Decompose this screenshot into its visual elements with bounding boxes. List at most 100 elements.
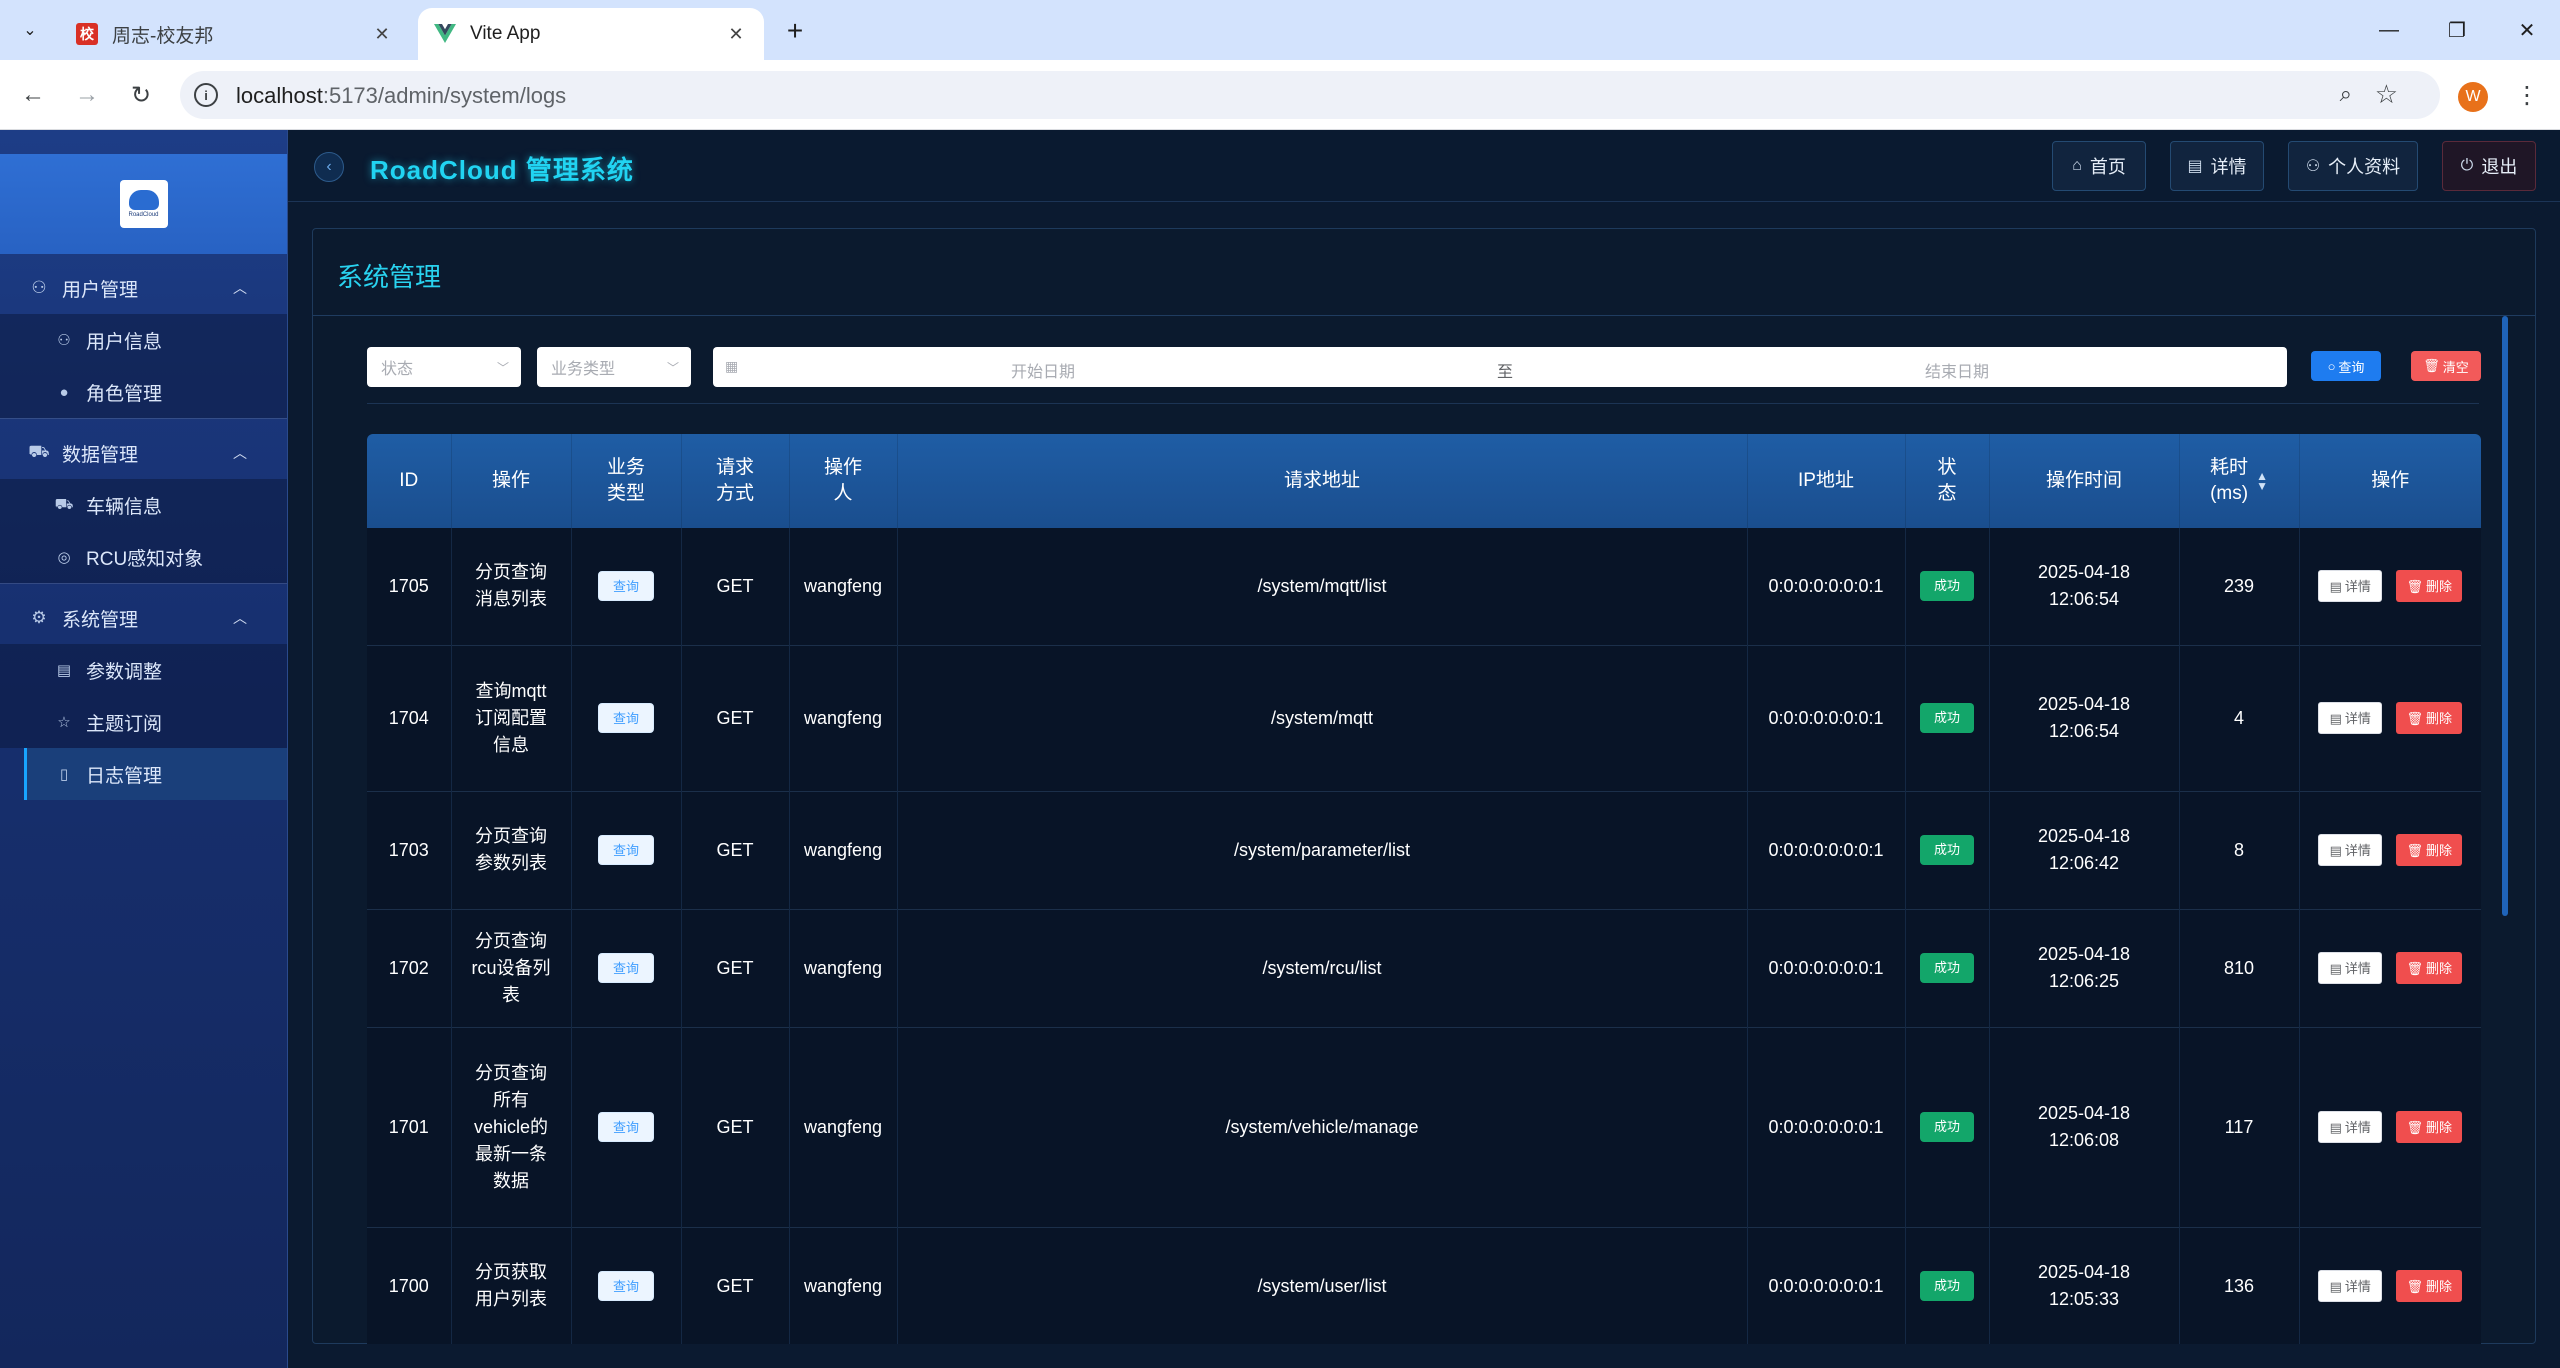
- new-tab-plus-icon[interactable]: +: [778, 14, 812, 48]
- delete-button[interactable]: 🗑 删除: [2396, 952, 2463, 984]
- detail-button[interactable]: ▤ 详情: [2170, 141, 2264, 191]
- cell-cost: 4: [2179, 645, 2300, 791]
- cell-ip: 0:0:0:0:0:0:0:1: [1747, 791, 1906, 909]
- sidebar-item-rcu-objects[interactable]: ◎ RCU感知对象: [0, 531, 287, 583]
- divider: [0, 418, 287, 419]
- detail-button[interactable]: ▤ 详情: [2318, 952, 2383, 984]
- minimize-window-icon[interactable]: —: [2364, 10, 2414, 50]
- tab-search-chevron-icon[interactable]: ⌄: [14, 14, 46, 46]
- url-text[interactable]: localhost:5173/admin/system/logs: [236, 83, 566, 109]
- collapse-sidebar-chevron-left-icon[interactable]: ‹: [314, 152, 344, 182]
- detail-button[interactable]: ▤ 详情: [2318, 834, 2383, 866]
- zoom-magnifier-icon[interactable]: ⌕: [2340, 81, 2352, 107]
- business-type-select[interactable]: 业务类型 ﹀: [537, 347, 691, 387]
- user-icon: ⚇: [31, 278, 47, 297]
- browser-menu-icon[interactable]: ⋮: [2512, 80, 2542, 110]
- sidebar-item-log-management[interactable]: ▯ 日志管理: [24, 748, 287, 800]
- delete-button[interactable]: 🗑 删除: [2396, 1270, 2463, 1302]
- sidebar-item-role-management[interactable]: ● 角色管理: [0, 366, 287, 418]
- start-date-input[interactable]: 开始日期: [1011, 358, 1075, 382]
- clear-button[interactable]: 🗑 清空: [2411, 351, 2481, 381]
- cell-operation: 分页查询rcu设备列表: [451, 909, 572, 1027]
- browser-tab-zhouzhi[interactable]: 校 周志-校友邦 ✕: [60, 8, 410, 60]
- app-title: RoadCloud 管理系统: [370, 155, 634, 185]
- cell-business-type: 查询: [571, 1027, 682, 1227]
- cell-id: 1704: [367, 645, 452, 791]
- delete-button[interactable]: 🗑 删除: [2396, 1111, 2463, 1143]
- col-header-cost[interactable]: 耗时 (ms)▲ ▼: [2179, 434, 2300, 528]
- menu-head-user-management[interactable]: ⚇ 用户管理 ︿: [0, 262, 287, 314]
- bookmark-star-icon[interactable]: ☆: [2375, 79, 2398, 110]
- end-date-input[interactable]: 结束日期: [1925, 358, 1989, 382]
- cell-method: GET: [681, 791, 790, 909]
- document-icon: ▤: [2187, 158, 2203, 175]
- cell-business-type: 查询: [571, 1227, 682, 1344]
- cell-ip: 0:0:0:0:0:0:0:1: [1747, 645, 1906, 791]
- status-badge: 成功: [1920, 835, 1974, 865]
- status-select[interactable]: 状态 ﹀: [367, 347, 521, 387]
- address-bar[interactable]: i localhost:5173/admin/system/logs ⌕ ☆: [180, 71, 2440, 119]
- sidebar-item-topic-subscription[interactable]: ☆ 主题订阅: [0, 696, 287, 748]
- menu-head-data-management[interactable]: ⛟ 数据管理 ︿: [0, 427, 287, 479]
- delete-button[interactable]: 🗑 删除: [2396, 702, 2463, 734]
- table-scrollbar[interactable]: [2502, 316, 2508, 916]
- cell-actions: ▤ 详情 🗑 删除: [2298, 645, 2481, 791]
- cell-id: 1705: [367, 528, 452, 645]
- browser-tab-title: Vite App: [470, 23, 541, 44]
- cell-cost: 117: [2179, 1027, 2300, 1227]
- cell-url: /system/mqtt: [897, 645, 1748, 791]
- cell-business-type: 查询: [571, 909, 682, 1027]
- table-row: 1705 分页查询消息列表 查询 GET wangfeng/system/mqtt/li…: [367, 528, 2481, 645]
- col-header-time: 操作时间: [1989, 434, 2180, 528]
- gear-icon: ⚙: [31, 608, 47, 627]
- back-arrow-icon[interactable]: ←: [14, 76, 52, 114]
- business-type-tag: 查询: [598, 953, 654, 983]
- cell-operation: 查询mqtt订阅配置信息: [451, 645, 572, 791]
- range-separator: 至: [1497, 364, 1514, 381]
- chevron-down-icon: ﹀: [496, 360, 509, 375]
- reload-icon[interactable]: ↻: [122, 76, 160, 114]
- page-title: 系统管理: [337, 262, 442, 292]
- cell-operator: wangfeng: [789, 1027, 898, 1227]
- close-tab-icon[interactable]: ✕: [370, 22, 394, 46]
- delete-button[interactable]: 🗑 删除: [2396, 570, 2463, 603]
- cart-icon: ⛟: [28, 442, 50, 461]
- chevron-up-icon: ︿: [233, 445, 247, 461]
- profile-button[interactable]: ⚇ 个人资料: [2288, 141, 2418, 191]
- vue-logo-icon: [434, 23, 456, 45]
- document-icon: ▤: [2329, 1278, 2342, 1294]
- cell-operation: 分页获取用户列表: [451, 1227, 572, 1344]
- restore-window-icon[interactable]: ❐: [2432, 10, 2482, 50]
- cell-status: 成功: [1905, 1027, 1990, 1227]
- close-tab-icon[interactable]: ✕: [724, 22, 748, 46]
- sidebar-item-vehicle-info[interactable]: ⛟ 车辆信息: [0, 479, 287, 531]
- home-button[interactable]: ⌂ 首页: [2052, 141, 2146, 191]
- menu-head-system-management[interactable]: ⚙ 系统管理 ︿: [0, 592, 287, 644]
- close-window-icon[interactable]: ✕: [2502, 10, 2552, 50]
- sidebar-item-parameter-adjust[interactable]: ▤ 参数调整: [0, 644, 287, 696]
- home-icon: ⌂: [2072, 157, 2082, 174]
- browser-tab-vite-app[interactable]: Vite App ✕: [418, 8, 764, 60]
- col-header-ip: IP地址: [1747, 434, 1906, 528]
- profile-avatar[interactable]: W: [2458, 82, 2488, 112]
- query-button[interactable]: ○ 查询: [2311, 351, 2381, 381]
- sort-caret-icon[interactable]: ▲ ▼: [2256, 470, 2268, 492]
- detail-button[interactable]: ▤ 详情: [2318, 702, 2383, 734]
- detail-button[interactable]: ▤ 详情: [2318, 1270, 2383, 1302]
- forward-arrow-icon[interactable]: →: [68, 76, 106, 114]
- main-card: 系统管理 状态 ﹀ 业务类型 ﹀ ▦ 开始日期 至 结束日期 ○查询 🗑清空: [312, 228, 2536, 1344]
- delete-button[interactable]: 🗑 删除: [2396, 834, 2463, 866]
- table-row: 1702 分页查询rcu设备列表 查询 GET wangfeng/system/rcu/…: [367, 909, 2481, 1027]
- status-badge: 成功: [1920, 571, 1974, 602]
- sidebar-item-user-info[interactable]: ⚇ 用户信息: [0, 314, 287, 366]
- date-range-picker[interactable]: ▦ 开始日期 至 结束日期: [713, 347, 2287, 387]
- site-info-icon[interactable]: i: [194, 83, 218, 107]
- detail-button[interactable]: ▤ 详情: [2318, 1111, 2383, 1143]
- cell-status: 成功: [1905, 645, 1990, 791]
- cell-time: 2025-04-18 12:06:42: [1989, 791, 2180, 909]
- cell-ip: 0:0:0:0:0:0:0:1: [1747, 1227, 1906, 1344]
- cell-actions: ▤ 详情 🗑 删除: [2298, 909, 2481, 1027]
- browser-toolbar: ← → ↻ i localhost:5173/admin/system/logs…: [0, 60, 2560, 130]
- detail-button[interactable]: ▤ 详情: [2318, 570, 2383, 603]
- logout-button[interactable]: ⏻ 退出: [2442, 141, 2536, 191]
